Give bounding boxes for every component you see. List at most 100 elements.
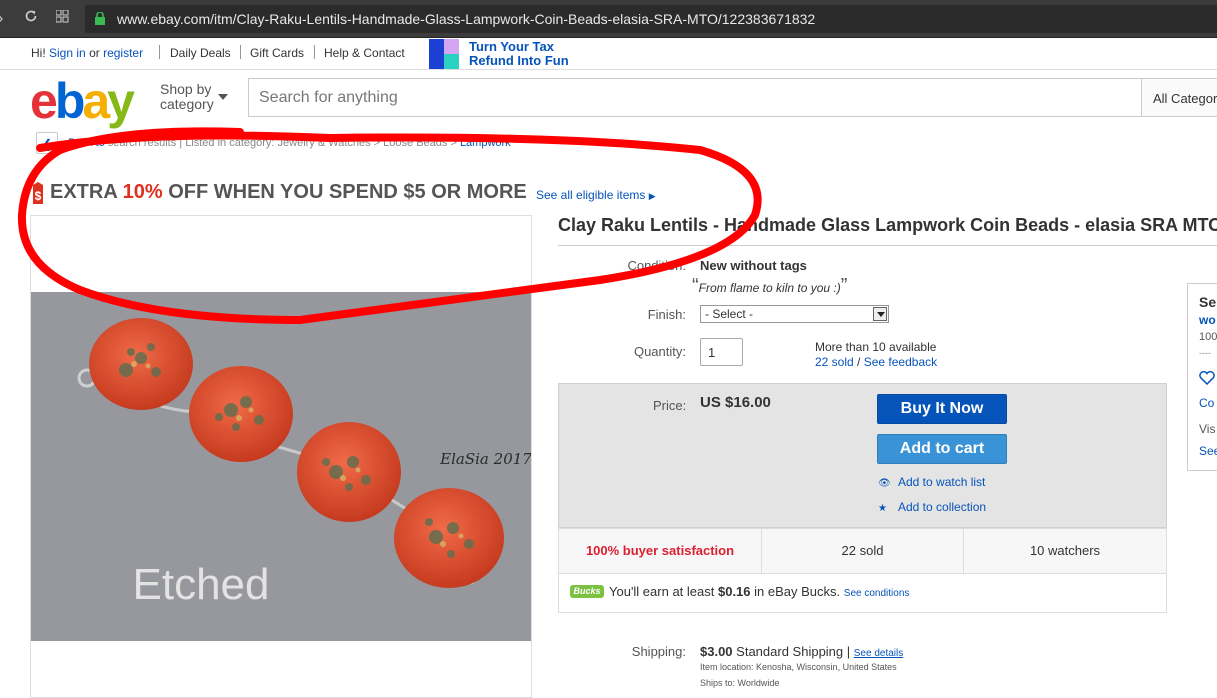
- add-to-watch-list-link[interactable]: 👁 Add to watch list: [878, 475, 985, 489]
- slash-separator: /: [857, 355, 861, 369]
- discount-text: EXTRA 10% OFF WHEN YOU SPEND $5 OR MORE: [50, 181, 527, 204]
- finish-select-value: - Select -: [705, 307, 754, 321]
- discount-percent: 10%: [122, 181, 163, 203]
- price-value: US $16.00: [700, 394, 771, 411]
- seller-feedback-score: 100: [1199, 331, 1217, 343]
- eye-icon: 👁: [878, 478, 891, 489]
- promo-line-2: Refund Into Fun: [469, 53, 569, 68]
- category-select[interactable]: All Categories: [1141, 78, 1217, 117]
- buy-it-now-button[interactable]: Buy It Now: [877, 394, 1007, 424]
- promo-banner-icon[interactable]: [429, 39, 459, 69]
- gift-cards-link[interactable]: Gift Cards: [250, 46, 304, 60]
- quote-open-icon: “: [692, 275, 699, 297]
- dropdown-arrow-icon[interactable]: [873, 307, 887, 321]
- ebay-logo[interactable]: ebay: [30, 73, 135, 129]
- seller-heading: Se: [1199, 294, 1217, 310]
- star-icon: ★: [878, 503, 887, 514]
- bucks-text-pre: You'll earn at least: [609, 584, 715, 599]
- product-photo[interactable]: Etched ElaSia 2017: [31, 292, 531, 641]
- divider: [558, 245, 1217, 246]
- sold-count: 22 sold: [762, 529, 964, 573]
- finish-select[interactable]: - Select -: [700, 305, 889, 323]
- svg-text:$: $: [35, 189, 42, 203]
- promo-banner[interactable]: Turn Your Tax Refund Into Fun: [469, 40, 569, 68]
- triangle-right-icon: ▶: [648, 191, 656, 201]
- quantity-input[interactable]: 1: [700, 338, 743, 366]
- divider: [159, 45, 160, 59]
- breadcrumb-lampwork-link[interactable]: Lampwork: [460, 137, 511, 149]
- shipping-value: $3.00 Standard Shipping | See details: [700, 644, 904, 659]
- add-to-cart-button[interactable]: Add to cart: [877, 434, 1007, 464]
- condition-value: New without tags: [700, 258, 807, 273]
- shipping-cost: $3.00: [700, 644, 733, 659]
- daily-deals-link[interactable]: Daily Deals: [170, 46, 231, 60]
- apps-icon[interactable]: [55, 9, 69, 29]
- help-contact-link[interactable]: Help & Contact: [324, 46, 405, 60]
- bucks-text: You'll earn at least $0.16 in eBay Bucks…: [609, 584, 909, 599]
- breadcrumb: Back to search results | Listed in categ…: [68, 137, 511, 149]
- back-icon[interactable]: ›: [0, 9, 3, 29]
- lock-icon: [95, 12, 105, 25]
- price-panel: [558, 383, 1167, 528]
- sold-feedback-links: 22 sold / See feedback: [815, 355, 937, 369]
- seller-name-link[interactable]: wo: [1199, 313, 1216, 327]
- back-button[interactable]: ❮: [36, 132, 58, 154]
- availability-text: More than 10 available: [815, 340, 937, 354]
- sign-in-link[interactable]: Sign in: [49, 46, 86, 60]
- address-bar[interactable]: www.ebay.com/itm/Clay-Raku-Lentils-Handm…: [85, 5, 1217, 33]
- search-input[interactable]: Search for anything: [248, 78, 1143, 117]
- item-location: Item location: Kenosha, Wisconsin, Unite…: [700, 662, 897, 672]
- shop-by-label: Shop by: [160, 81, 212, 97]
- visit-store-text: Vis: [1199, 422, 1216, 436]
- condition-label: Condition:: [627, 258, 686, 273]
- url-text: www.ebay.com/itm/Clay-Raku-Lentils-Handm…: [117, 11, 816, 27]
- eligible-link-text: See all eligible items: [536, 188, 646, 202]
- condition-note: “From flame to kiln to you :)”: [692, 275, 847, 298]
- collection-text: Add to collection: [898, 500, 987, 514]
- or-text: or: [89, 46, 100, 60]
- logo-letter: b: [54, 73, 85, 129]
- category-label: category: [160, 96, 214, 112]
- divider: [314, 45, 315, 59]
- category-select-value: All Categories: [1153, 91, 1217, 106]
- product-title: Clay Raku Lentils - Handmade Glass Lampw…: [558, 215, 1217, 235]
- photo-caption: Etched: [133, 560, 270, 609]
- chevron-down-icon[interactable]: [218, 94, 228, 100]
- breadcrumb-back-link[interactable]: Back to: [68, 137, 105, 149]
- see-other-items-link[interactable]: See: [1199, 444, 1217, 458]
- quote-close-icon: ”: [840, 275, 848, 297]
- sold-link[interactable]: 22 sold: [815, 355, 854, 369]
- bucks-amount: $0.16: [717, 584, 751, 599]
- see-conditions-link[interactable]: See conditions: [844, 588, 910, 599]
- bucks-text-post: in eBay Bucks.: [754, 584, 841, 599]
- seller-divider: ----: [1199, 348, 1211, 358]
- heart-icon[interactable]: [1199, 370, 1215, 388]
- divider: [240, 45, 241, 59]
- quantity-label: Quantity:: [633, 344, 686, 359]
- contact-seller-link[interactable]: Co: [1199, 396, 1214, 410]
- browser-toolbar: › www.ebay.com/itm/Clay-Raku-Lentils-Han…: [0, 0, 1217, 38]
- quantity-value: 1: [708, 345, 716, 360]
- condition-note-text: From flame to kiln to you :): [698, 281, 841, 295]
- see-details-link[interactable]: See details: [854, 648, 903, 659]
- breadcrumb-trail[interactable]: search results | Listed in category: Jew…: [108, 137, 457, 149]
- see-eligible-items-link[interactable]: See all eligible items ▶: [536, 188, 656, 202]
- greeting: Hi! Sign in or register: [31, 46, 143, 60]
- price-tag-icon: $: [33, 182, 43, 204]
- logo-letter: a: [82, 73, 110, 129]
- shipping-method: Standard Shipping: [736, 644, 844, 659]
- shop-by-category-button[interactable]: Shop by category: [160, 82, 214, 112]
- utility-bar: Hi! Sign in or register Daily Deals Gift…: [0, 38, 1217, 70]
- add-to-collection-link[interactable]: ★ Add to collection: [878, 500, 986, 514]
- search-placeholder: Search for anything: [259, 89, 398, 106]
- register-link[interactable]: register: [103, 46, 143, 60]
- see-feedback-link[interactable]: See feedback: [864, 355, 937, 369]
- watchers-count: 10 watchers: [1029, 543, 1101, 558]
- bucks-logo: Bucks: [570, 585, 604, 598]
- price-label: Price:: [653, 398, 687, 413]
- chevron-left-icon: ❮: [42, 137, 53, 151]
- logo-letter: e: [30, 73, 58, 129]
- logo-letter: y: [107, 73, 135, 129]
- reload-icon[interactable]: [24, 9, 38, 29]
- discount-condition: OFF WHEN YOU SPEND $5 OR MORE: [168, 181, 527, 203]
